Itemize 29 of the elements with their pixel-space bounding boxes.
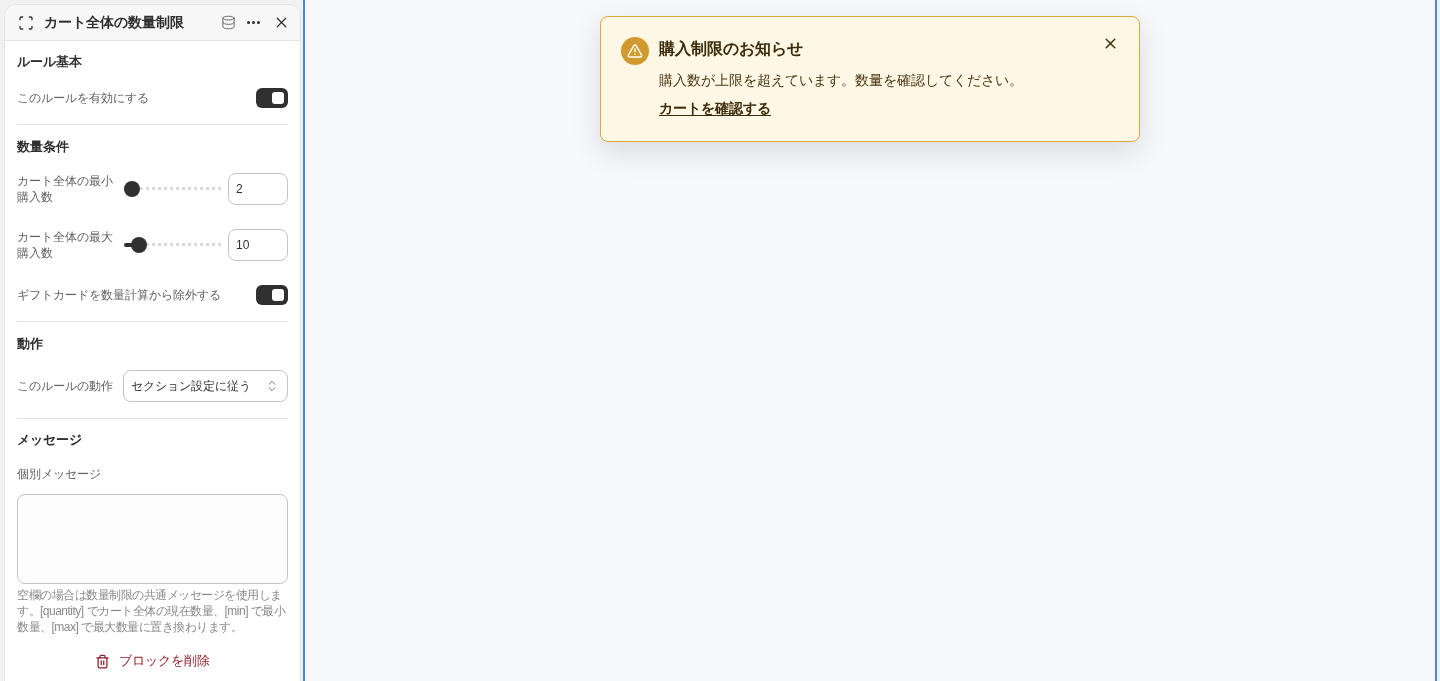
trash-icon	[95, 653, 110, 669]
slider-track[interactable]	[124, 237, 221, 253]
delete-block-button[interactable]: ブロックを削除	[87, 647, 218, 675]
setting-label: カート全体の最大購入数	[17, 229, 114, 261]
number-input[interactable]: 10	[228, 229, 288, 261]
slider-track[interactable]	[124, 181, 221, 197]
help-text: 空欄の場合は数量制限の共通メッセージを使用します。[quantity] でカート全体の現在数量、[min] で最小数量、[max] で最大数量に置き換わります。	[17, 587, 287, 635]
setting-label: このルールを有効にする	[17, 90, 149, 106]
database-icon[interactable]	[221, 15, 236, 30]
setting-label: このルールの動作	[17, 378, 114, 394]
field-label: 個別メッセージ	[17, 466, 102, 482]
section-heading: メッセージ	[17, 431, 83, 449]
section-heading: 数量条件	[17, 138, 70, 156]
section-heading: 動作	[17, 335, 44, 353]
frame-corners-icon	[18, 14, 34, 31]
toast-title: 購入制限のお知らせ	[659, 39, 804, 59]
slider-thumb[interactable]	[123, 181, 140, 197]
slider-thumb[interactable]	[130, 237, 147, 253]
setting-label: ギフトカードを数量計算から除外する	[17, 287, 221, 303]
view-cart-link[interactable]: カートを確認する	[659, 98, 771, 118]
setting-label: カート全体の最小購入数	[17, 173, 114, 205]
panel-title: カート全体の数量制限	[44, 13, 184, 32]
select-dropdown[interactable]: セクション設定に従う	[123, 370, 288, 402]
number-input[interactable]: 2	[228, 173, 288, 205]
toggle-switch[interactable]	[256, 88, 288, 108]
section-heading: ルール基本	[17, 53, 83, 71]
toast-message: 購入数が上限を超えています。数量を確認してください。	[659, 71, 1023, 90]
warning-icon	[621, 37, 649, 65]
toggle-switch[interactable]	[256, 285, 288, 305]
